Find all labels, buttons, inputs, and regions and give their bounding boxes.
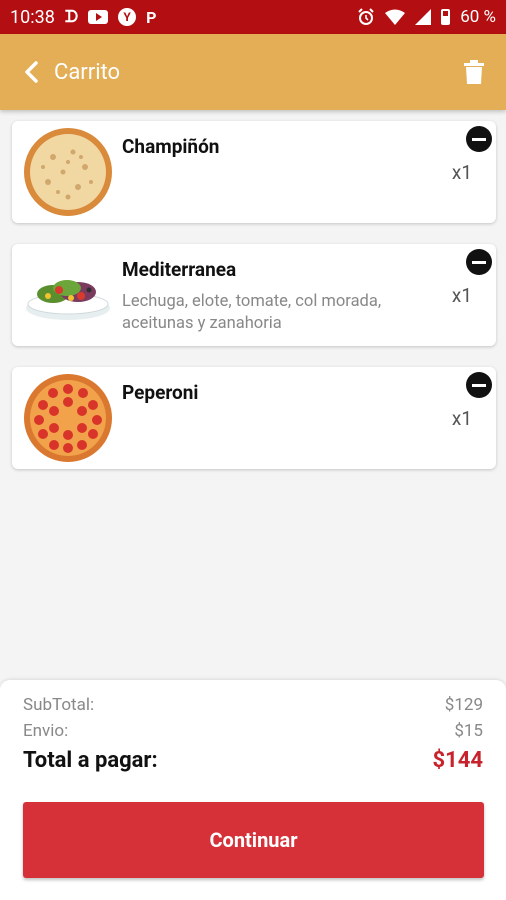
minus-icon <box>472 383 486 387</box>
p-app-icon: P <box>146 7 157 27</box>
d-app-icon: ᗪ <box>64 7 79 26</box>
alarm-icon <box>358 8 374 25</box>
shipping-row: Envio: $15 <box>23 718 483 744</box>
chevron-left-icon[interactable] <box>18 58 46 86</box>
cart-item[interactable]: Mediterranea Lechuga, elote, tomate, col… <box>12 244 496 346</box>
total-label: Total a pagar: <box>23 748 158 773</box>
shipping-label: Envio: <box>23 721 69 741</box>
y-circle-icon: Y <box>118 8 137 26</box>
wifi-icon <box>385 9 406 25</box>
page-title: Carrito <box>54 59 121 85</box>
status-bar: 10:38 ᗪ Y P 60 % <box>0 0 506 34</box>
item-name: Mediterranea <box>122 258 237 281</box>
minus-icon <box>472 260 486 264</box>
cart-item[interactable]: Champiñón x1 <box>12 121 496 223</box>
subtotal-label: SubTotal: <box>23 695 95 715</box>
order-summary: SubTotal: $129 Envio: $15 Total a pagar:… <box>0 680 506 900</box>
battery-percent: 60 % <box>460 7 496 27</box>
item-name: Champiñón <box>122 135 220 158</box>
item-quantity: x1 <box>451 407 472 430</box>
shipping-value: $15 <box>454 721 483 741</box>
subtotal-row: SubTotal: $129 <box>23 692 483 718</box>
item-quantity: x1 <box>451 284 472 307</box>
item-description: Lechuga, elote, tomate, col morada, acei… <box>122 292 382 333</box>
remove-item-button[interactable] <box>466 249 492 275</box>
cart-item[interactable]: Peperoni x1 <box>12 367 496 469</box>
total-row: Total a pagar: $144 <box>23 746 483 776</box>
item-quantity: x1 <box>451 161 472 184</box>
item-name: Peperoni <box>122 381 199 404</box>
continue-button[interactable]: Continuar <box>23 802 484 878</box>
salad-bowl-image <box>22 249 114 341</box>
subtotal-value: $129 <box>444 695 483 715</box>
app-bar: Carrito <box>0 34 506 110</box>
trash-icon[interactable] <box>460 58 488 86</box>
minus-icon <box>472 137 486 141</box>
youtube-icon <box>88 10 109 24</box>
remove-item-button[interactable] <box>466 126 492 152</box>
mushroom-pizza-image <box>22 126 114 218</box>
signal-icon <box>415 9 432 25</box>
cart-list: Champiñón x1 Mediterranea Lechuga, elote… <box>12 121 496 490</box>
pepperoni-pizza-image <box>22 372 114 464</box>
total-value: $144 <box>432 748 484 773</box>
battery-icon <box>441 9 451 25</box>
status-time: 10:38 <box>10 6 55 28</box>
remove-item-button[interactable] <box>466 372 492 398</box>
